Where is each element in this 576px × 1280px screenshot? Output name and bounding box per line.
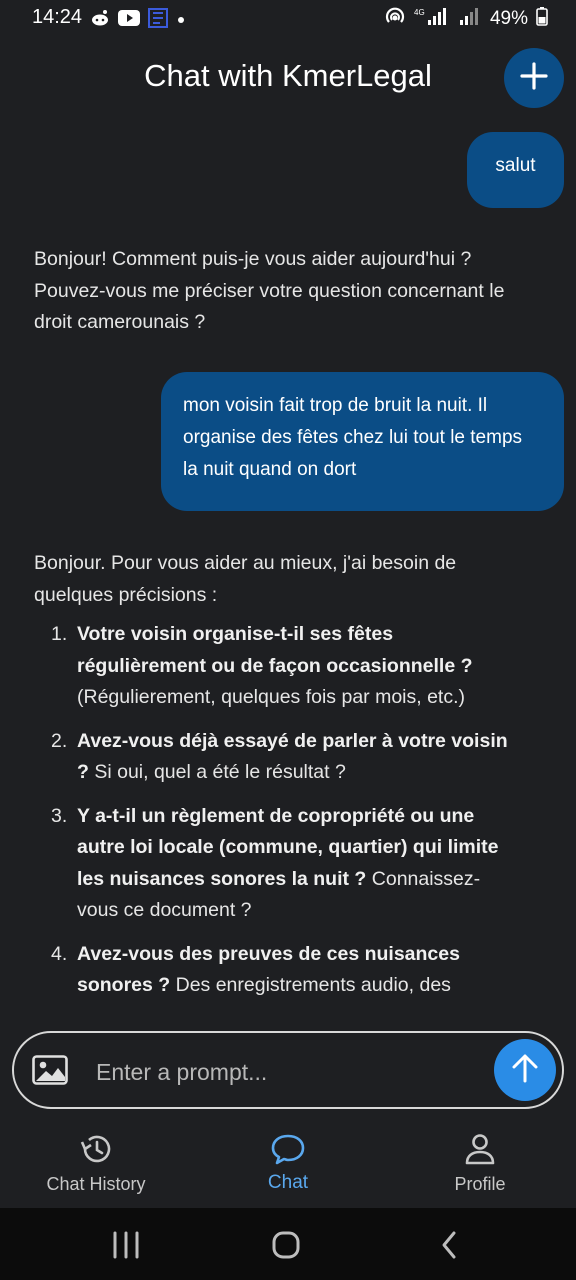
bot-message-intro: Bonjour. Pour vous aider au mieux, j'ai …: [34, 552, 457, 606]
bottom-nav: Chat History Chat Profile: [0, 1114, 576, 1208]
list-item: 4. Avez-vous des preuves de ces nuisance…: [34, 939, 514, 1002]
image-icon[interactable]: [32, 1055, 70, 1087]
recents-icon[interactable]: [106, 1230, 146, 1260]
plus-icon: [519, 61, 549, 96]
dot-icon: [176, 12, 186, 30]
signal-icon: 4G: [414, 6, 450, 32]
list-item-text: (Régulierement, quelques fois par mois, …: [77, 686, 466, 708]
svg-text:4G: 4G: [414, 8, 425, 17]
nav-chat[interactable]: Chat: [192, 1114, 384, 1208]
notification-icons: [90, 8, 186, 33]
status-bar: 14:24 4G 49%: [0, 0, 576, 36]
youtube-icon: [118, 10, 140, 31]
app-icon: [148, 8, 168, 33]
reddit-icon: [90, 9, 110, 32]
nav-label: Chat History: [46, 1174, 146, 1194]
status-time: 14:24: [32, 6, 83, 28]
system-status-icons: 4G 49%: [384, 6, 548, 32]
list-item: 2. Avez-vous déjà essayé de parler à vot…: [34, 726, 514, 789]
list-item: 1. Votre voisin organise-t-il ses fêtes …: [34, 619, 514, 714]
system-nav-bar: [0, 1208, 576, 1280]
nav-label: Profile: [454, 1174, 506, 1194]
list-number: 3.: [51, 804, 68, 827]
home-icon[interactable]: [266, 1230, 306, 1260]
list-item-text: Si oui, quel a été le résultat ?: [88, 761, 346, 783]
list-number: 4.: [51, 942, 68, 965]
list-number: 1.: [51, 623, 68, 645]
battery-icon: [536, 6, 548, 32]
list-item-text: Des enregistrements audio, des: [170, 974, 451, 996]
hotspot-icon: [384, 6, 406, 32]
bot-message: Bonjour! Comment puis-je vous aider aujo…: [34, 248, 505, 333]
bot-question-list: 1. Votre voisin organise-t-il ses fêtes …: [34, 619, 514, 1002]
back-icon[interactable]: [430, 1230, 470, 1260]
nav-profile[interactable]: Profile: [384, 1114, 576, 1208]
user-message: mon voisin fait trop de bruit la nuit. I…: [161, 372, 564, 511]
nav-chat-history[interactable]: Chat History: [0, 1114, 192, 1208]
arrow-up-icon: [510, 1052, 540, 1089]
list-item-bold: Votre voisin organise-t-il ses fêtes rég…: [77, 623, 473, 677]
prompt-input[interactable]: [94, 1051, 478, 1093]
send-button[interactable]: [494, 1039, 556, 1101]
signal-roaming-icon: [458, 6, 482, 32]
new-chat-button[interactable]: [504, 48, 564, 108]
chat-messages[interactable]: salut Bonjour! Comment puis-je vous aide…: [0, 120, 576, 1030]
nav-label: Chat: [267, 1172, 309, 1193]
list-item: 3. Y a-t-il un règlement de copropriété …: [34, 801, 514, 927]
page-title: Chat with KmerLegal: [144, 58, 432, 93]
bot-message: Bonjour. Pour vous aider au mieux, j'ai …: [34, 548, 514, 1014]
prompt-bar: [12, 1031, 564, 1109]
list-number: 2.: [51, 729, 68, 752]
user-message: salut: [467, 132, 564, 208]
battery-percent: 49%: [489, 8, 528, 29]
